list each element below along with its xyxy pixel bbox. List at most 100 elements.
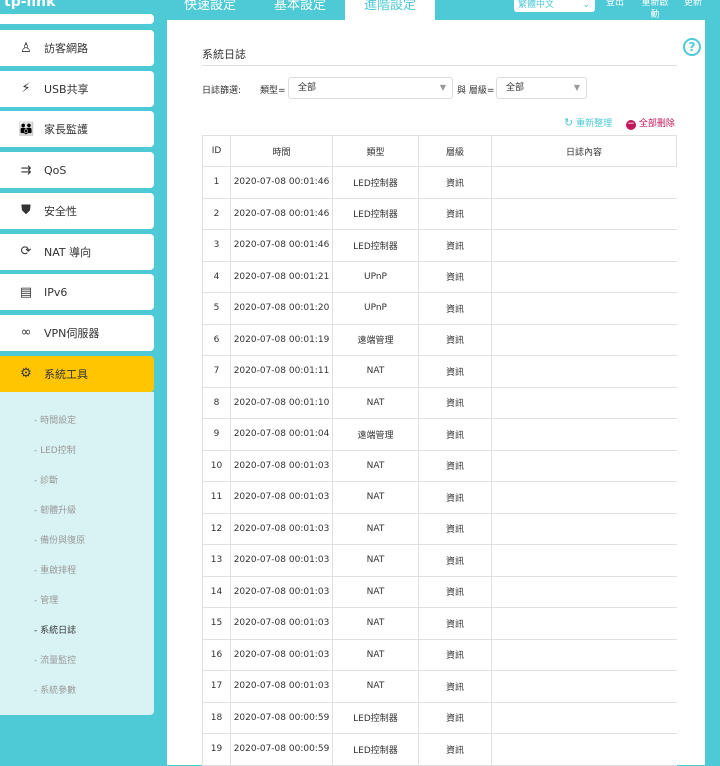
qos-icon: ⇉ bbox=[20, 162, 32, 178]
submenu-item-label: 韌體升級 bbox=[40, 506, 77, 516]
sidebar-item[interactable]: ⇉ QoS bbox=[0, 152, 154, 189]
sidebar-item-label: USB共享 bbox=[44, 82, 89, 96]
table-row: 7 2020-07-08 00:01:11 NAT 資訊 bbox=[202, 355, 677, 388]
cell: 資訊 bbox=[418, 166, 492, 199]
cell bbox=[491, 638, 677, 671]
submenu-item[interactable]: - 時間設定 bbox=[34, 413, 76, 426]
tab-advanced[interactable]: 進階設定 bbox=[345, 0, 435, 20]
table-row: 10 2020-07-08 00:01:03 NAT 資訊 bbox=[202, 449, 677, 482]
submenu-item[interactable]: - 系統日誌 bbox=[34, 623, 76, 636]
parental-icon: 👪 bbox=[18, 121, 35, 137]
cell: 2020-07-08 00:01:03 bbox=[230, 575, 333, 608]
sidebar-item[interactable]: 👪 家長監護 bbox=[0, 111, 154, 148]
sidebar-item[interactable]: ⚡ USB共享 bbox=[0, 70, 154, 107]
cell bbox=[491, 260, 677, 293]
language-select[interactable]: 繁體中文 ⌄ bbox=[514, 0, 595, 12]
cell: 8 bbox=[202, 386, 231, 419]
sidebar-item-label: VPN伺服器 bbox=[44, 326, 100, 340]
cell: 資訊 bbox=[418, 355, 492, 388]
sidebar-item-label: 安全性 bbox=[44, 204, 77, 218]
cell: 資訊 bbox=[418, 701, 492, 734]
sidebar-item[interactable]: ⛊ 安全性 bbox=[0, 192, 154, 229]
cell: 2020-07-08 00:00:59 bbox=[230, 733, 333, 766]
cell: 2020-07-08 00:00:59 bbox=[230, 701, 333, 734]
submenu-item[interactable]: - LED控制 bbox=[34, 443, 76, 456]
sidebar-item[interactable]: ⚙ 系統工具 bbox=[0, 355, 154, 392]
table-row: 8 2020-07-08 00:01:10 NAT 資訊 bbox=[202, 386, 677, 419]
cell bbox=[491, 166, 677, 199]
cell bbox=[491, 575, 677, 608]
usb-icon: ⚡ bbox=[21, 81, 31, 97]
cell: 3 bbox=[202, 229, 231, 262]
refresh-button[interactable]: ↻ 重新整理 bbox=[564, 116, 612, 129]
logo: tp-link bbox=[4, 0, 56, 10]
type-label: 類型= bbox=[260, 86, 286, 96]
submenu-item[interactable]: - 重啟排程 bbox=[34, 563, 76, 576]
sidebar-item[interactable]: ⟳ NAT 導向 bbox=[0, 233, 154, 270]
table-row: 3 2020-07-08 00:01:46 LED控制器 資訊 bbox=[202, 229, 677, 262]
table-row: 16 2020-07-08 00:01:03 NAT 資訊 bbox=[202, 638, 677, 671]
cell: 19 bbox=[202, 733, 231, 766]
submenu-item[interactable]: - 備份與復原 bbox=[34, 533, 85, 546]
reboot-button[interactable]: 重新啟動 bbox=[640, 0, 670, 21]
cell: LED控制器 bbox=[332, 701, 419, 734]
submenu-item[interactable]: - 管理 bbox=[34, 593, 58, 606]
cell: 資訊 bbox=[418, 292, 492, 325]
cell: NAT bbox=[332, 355, 419, 388]
col-level: 層級 bbox=[418, 135, 492, 167]
table-row: 17 2020-07-08 00:01:03 NAT 資訊 bbox=[202, 670, 677, 703]
cell: 資訊 bbox=[418, 575, 492, 608]
level-label: 與 層級= bbox=[457, 86, 495, 96]
cell: NAT bbox=[332, 638, 419, 671]
submenu-item-label: 流量監控 bbox=[40, 656, 77, 666]
tab-basic[interactable]: 基本設定 bbox=[260, 0, 340, 20]
cell bbox=[491, 292, 677, 325]
tab-quick-setup[interactable]: 快速設定 bbox=[170, 0, 250, 20]
submenu-item-label: 系統參數 bbox=[40, 686, 77, 696]
type-select[interactable]: 全部 ▼ bbox=[288, 77, 453, 99]
cell: 遠端管理 bbox=[332, 418, 419, 451]
gear-icon: ⚙ bbox=[20, 366, 32, 382]
help-icon[interactable]: ? bbox=[683, 38, 701, 56]
sidebar-item-label: 訪客網路 bbox=[44, 42, 88, 55]
sidebar-item-label: 系統工具 bbox=[44, 367, 88, 381]
sidebar-item-label: 家長監護 bbox=[44, 123, 88, 137]
submenu-item-label: LED控制 bbox=[40, 446, 76, 456]
submenu-item[interactable]: - 系統參數 bbox=[34, 683, 76, 696]
sidebar-item[interactable]: ∞ VPN伺服器 bbox=[0, 314, 154, 351]
cell: LED控制器 bbox=[332, 197, 419, 230]
cell: NAT bbox=[332, 512, 419, 545]
cell: 資訊 bbox=[418, 512, 492, 545]
delete-all-button[interactable]: − 全部刪除 bbox=[626, 116, 675, 130]
cell: 6 bbox=[202, 323, 231, 356]
sidebar-item[interactable]: ♙ 訪客網路 bbox=[0, 30, 154, 66]
cell bbox=[491, 449, 677, 482]
submenu-item[interactable]: - 診斷 bbox=[34, 473, 58, 486]
cell: UPnP bbox=[332, 292, 419, 325]
cell: 2020-07-08 00:01:03 bbox=[230, 638, 333, 671]
sidebar-item[interactable]: ▤ IPv6 bbox=[0, 274, 154, 311]
cell: 2020-07-08 00:01:46 bbox=[230, 166, 333, 199]
cell bbox=[491, 197, 677, 230]
submenu-item-label: 重啟排程 bbox=[40, 566, 77, 576]
submenu-item[interactable]: - 韌體升級 bbox=[34, 503, 76, 516]
level-value: 全部 bbox=[506, 83, 525, 93]
logout-button[interactable]: 登出 bbox=[606, 0, 624, 9]
type-value: 全部 bbox=[298, 83, 317, 93]
shield-icon: ⛊ bbox=[21, 203, 31, 219]
table-row: 1 2020-07-08 00:01:46 LED控制器 資訊 bbox=[202, 166, 677, 199]
submenu: - 時間設定 - LED控制 - 診斷 - 韌體升級 - 備份與復原 - 重啟排程 - 管理… bbox=[0, 392, 154, 715]
update-button[interactable]: 更新 bbox=[684, 0, 702, 9]
page-title: 系統日誌 bbox=[202, 48, 246, 61]
cell: 資訊 bbox=[418, 638, 492, 671]
submenu-item[interactable]: - 流量監控 bbox=[34, 653, 76, 666]
cell: 2020-07-08 00:01:03 bbox=[230, 607, 333, 640]
minus-circle-icon: − bbox=[626, 119, 636, 130]
level-select[interactable]: 全部 ▼ bbox=[496, 77, 587, 99]
cell: 14 bbox=[202, 575, 231, 608]
sidebar-item-label: NAT 導向 bbox=[44, 245, 92, 259]
cell: 資訊 bbox=[418, 229, 492, 262]
chevron-down-icon: ⌄ bbox=[582, 0, 590, 10]
cell: 2020-07-08 00:01:03 bbox=[230, 481, 333, 514]
cell: 7 bbox=[202, 355, 231, 388]
